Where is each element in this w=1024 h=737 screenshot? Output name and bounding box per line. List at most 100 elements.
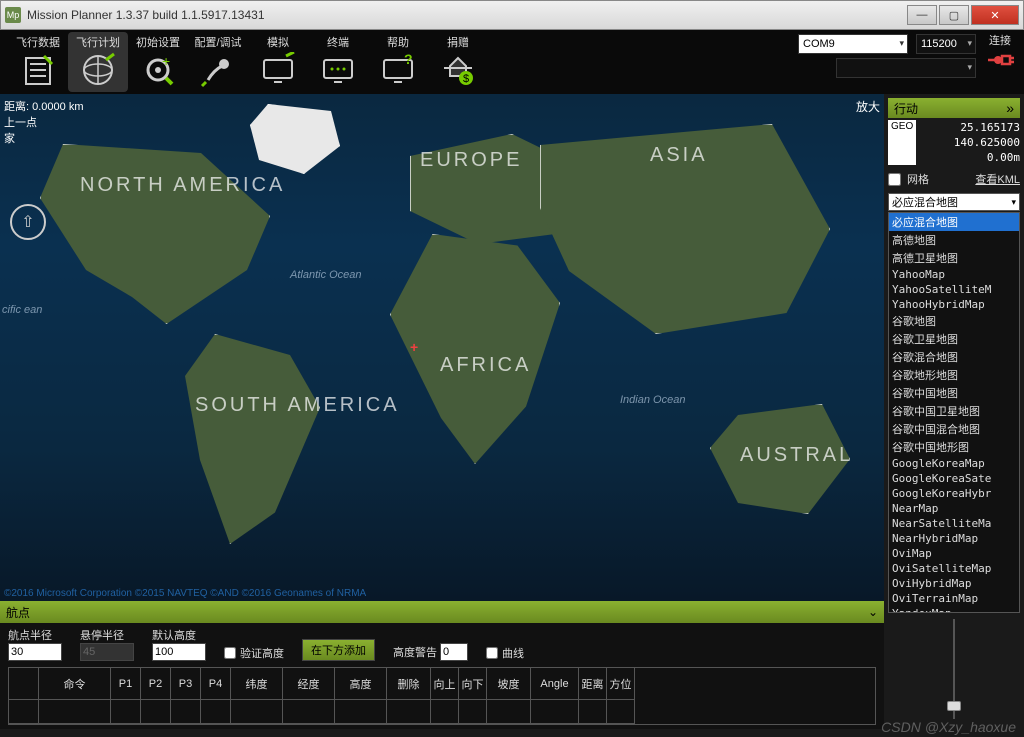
col-header[interactable]: 纬度 <box>231 668 283 700</box>
map-provider-select[interactable]: 必应混合地图 <box>888 193 1020 211</box>
grid-cell[interactable] <box>531 700 579 724</box>
col-header[interactable] <box>9 668 39 700</box>
grid-cell[interactable] <box>487 700 531 724</box>
plan-icon <box>78 50 118 90</box>
wp-radius-input[interactable] <box>8 643 62 661</box>
map-option[interactable]: 高德卫星地图 <box>889 249 1019 267</box>
verify-alt-checkbox[interactable]: 验证高度 <box>224 645 284 661</box>
map-option[interactable]: 必应混合地图 <box>889 213 1019 231</box>
col-header[interactable]: 高度 <box>335 668 387 700</box>
col-header[interactable]: 方位 <box>607 668 635 700</box>
map-option[interactable]: OviSatelliteMap <box>889 561 1019 576</box>
map-option[interactable]: 谷歌地形地图 <box>889 366 1019 384</box>
grid-cell[interactable] <box>171 700 201 724</box>
col-header[interactable]: 经度 <box>283 668 335 700</box>
map-option[interactable]: GoogleKoreaSate <box>889 471 1019 486</box>
label-af: AFRICA <box>440 354 531 377</box>
label-na: NORTH AMERICA <box>80 174 285 197</box>
add-below-button[interactable]: 在下方添加 <box>302 639 375 661</box>
action-panel: 行动 » GEO 25.165173 140.625000 0.00m 网格 查… <box>884 94 1024 729</box>
aux-select[interactable] <box>836 58 976 78</box>
zoom-in-label[interactable]: 放大 <box>856 98 880 115</box>
map-option[interactable]: 谷歌混合地图 <box>889 348 1019 366</box>
map-option[interactable]: 高德地图 <box>889 231 1019 249</box>
grid-cell[interactable] <box>111 700 141 724</box>
grid-cell[interactable] <box>431 700 459 724</box>
spline-checkbox[interactable]: 曲线 <box>486 645 524 661</box>
col-header[interactable]: 向上 <box>431 668 459 700</box>
map-option[interactable]: YahooHybridMap <box>889 297 1019 312</box>
help-icon: ? <box>378 50 418 90</box>
toolbar-config[interactable]: 配置/调试 <box>188 32 248 92</box>
minimize-button[interactable]: — <box>907 5 937 25</box>
grid-cell[interactable] <box>201 700 231 724</box>
map-option[interactable]: NearHybridMap <box>889 531 1019 546</box>
toolbar-sim[interactable]: 模拟 <box>248 32 308 92</box>
toolbar-donate[interactable]: 捐赠$ <box>428 32 488 92</box>
grid-cell[interactable] <box>231 700 283 724</box>
toolbar-data[interactable]: 飞行数据 <box>8 32 68 92</box>
map-option[interactable]: 谷歌地图 <box>889 312 1019 330</box>
grid-cell[interactable] <box>607 700 635 724</box>
map-option[interactable]: 谷歌中国卫星地图 <box>889 402 1019 420</box>
grid-cell[interactable] <box>141 700 171 724</box>
map-option[interactable]: GoogleKoreaMap <box>889 456 1019 471</box>
toolbar-setup[interactable]: 初始设置+ <box>128 32 188 92</box>
coord-ref-select[interactable]: GEO <box>888 120 916 165</box>
map-option[interactable]: GoogleKoreaHybr <box>889 486 1019 501</box>
map-option[interactable]: 谷歌中国混合地图 <box>889 420 1019 438</box>
toolbar-term[interactable]: 终端 <box>308 32 368 92</box>
map-option[interactable]: 谷歌中国地图 <box>889 384 1019 402</box>
view-kml-link[interactable]: 查看KML <box>975 171 1020 187</box>
grid-cell[interactable] <box>39 700 111 724</box>
close-button[interactable]: ✕ <box>971 5 1019 25</box>
compass-icon[interactable]: ⇧ <box>10 204 46 240</box>
alt-value: 0.00m <box>920 150 1020 165</box>
grid-cell[interactable] <box>459 700 487 724</box>
col-header[interactable]: 删除 <box>387 668 431 700</box>
toolbar-plan[interactable]: 飞行计划 <box>68 32 128 92</box>
grid-cell[interactable] <box>9 700 39 724</box>
alt-warn-input[interactable] <box>440 643 468 661</box>
map-option[interactable]: OviHybridMap <box>889 576 1019 591</box>
baud-rate-select[interactable]: 115200 <box>916 34 976 54</box>
collapse-icon[interactable]: ⌄ <box>868 605 878 619</box>
col-header[interactable]: Angle <box>531 668 579 700</box>
label-eu: EUROPE <box>420 149 522 172</box>
map-option[interactable]: NearMap <box>889 501 1019 516</box>
map-view[interactable]: NORTH AMERICA SOUTH AMERICA EUROPE AFRIC… <box>0 94 884 601</box>
col-header[interactable]: 坡度 <box>487 668 531 700</box>
map-option[interactable]: OviTerrainMap <box>889 591 1019 606</box>
map-option[interactable]: YahooMap <box>889 267 1019 282</box>
col-header[interactable]: P3 <box>171 668 201 700</box>
grid-cell[interactable] <box>387 700 431 724</box>
waypoint-panel: 航点半径 悬停半径 默认高度 验证高度 在下方添加 高度警告 曲线 <box>0 623 884 729</box>
connect-button[interactable]: 连接 <box>984 32 1016 79</box>
col-header[interactable]: P2 <box>141 668 171 700</box>
col-header[interactable]: 向下 <box>459 668 487 700</box>
col-header[interactable]: 距离 <box>579 668 607 700</box>
map-option[interactable]: NearSatelliteMa <box>889 516 1019 531</box>
maximize-button[interactable]: ▢ <box>939 5 969 25</box>
map-option[interactable]: YandexMap <box>889 606 1019 613</box>
com-port-select[interactable]: COM9 <box>798 34 908 54</box>
waypoint-grid[interactable]: 命令P1P2P3P4纬度经度高度删除向上向下坡度Angle距离方位 <box>8 667 876 725</box>
grid-cell[interactable] <box>283 700 335 724</box>
col-header[interactable]: 命令 <box>39 668 111 700</box>
loiter-radius-input[interactable] <box>80 643 134 661</box>
grid-cell[interactable] <box>335 700 387 724</box>
zoom-slider[interactable] <box>944 619 964 719</box>
toolbar-help[interactable]: 帮助? <box>368 32 428 92</box>
map-option[interactable]: 谷歌卫星地图 <box>889 330 1019 348</box>
map-option[interactable]: YahooSatelliteM <box>889 282 1019 297</box>
waypoint-panel-header[interactable]: 航点 ⌄ <box>0 601 884 623</box>
default-alt-input[interactable] <box>152 643 206 661</box>
map-option[interactable]: 谷歌中国地形图 <box>889 438 1019 456</box>
map-option[interactable]: OviMap <box>889 546 1019 561</box>
map-provider-list[interactable]: 必应混合地图高德地图高德卫星地图YahooMapYahooSatelliteMY… <box>888 212 1020 613</box>
grid-checkbox[interactable] <box>888 173 901 186</box>
grid-cell[interactable] <box>579 700 607 724</box>
col-header[interactable]: P1 <box>111 668 141 700</box>
col-header[interactable]: P4 <box>201 668 231 700</box>
expand-icon[interactable]: » <box>1006 100 1014 116</box>
